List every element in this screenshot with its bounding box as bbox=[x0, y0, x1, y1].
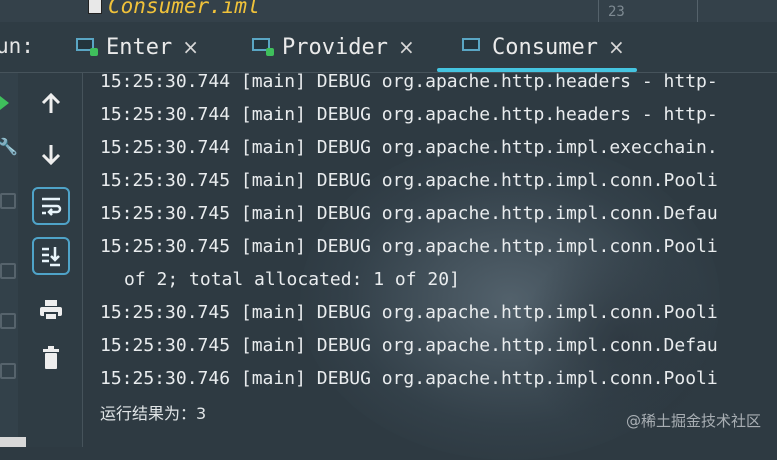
tab-provider[interactable]: Provider × bbox=[252, 28, 415, 66]
log-line: 15:25:30.745 [main] DEBUG org.apache.htt… bbox=[100, 203, 718, 224]
scroll-to-end-icon[interactable] bbox=[32, 237, 70, 275]
run-label: un: bbox=[0, 34, 34, 58]
close-icon[interactable]: × bbox=[608, 35, 625, 59]
status-corner bbox=[0, 437, 26, 447]
project-file-strip: Consumer.iml 23 bbox=[0, 0, 777, 22]
tab-label: Enter bbox=[106, 34, 173, 60]
gutter-divider bbox=[697, 0, 698, 22]
outer-run-toolbar: 🔧 bbox=[0, 73, 19, 447]
pin-icon[interactable] bbox=[0, 363, 16, 379]
settings-icon[interactable] bbox=[0, 313, 16, 329]
file-name: Consumer.iml bbox=[108, 0, 260, 18]
run-console-icon bbox=[462, 38, 484, 56]
tab-enter[interactable]: Enter × bbox=[76, 28, 199, 66]
tab-label: Consumer bbox=[492, 34, 598, 60]
close-icon[interactable]: × bbox=[398, 35, 415, 59]
log-line: 15:25:30.745 [main] DEBUG org.apache.htt… bbox=[100, 302, 718, 323]
run-console-icon bbox=[76, 38, 98, 56]
wrench-icon[interactable]: 🔧 bbox=[0, 137, 18, 156]
file-icon bbox=[88, 0, 102, 14]
watermark: @稀土掘金技术社区 bbox=[625, 412, 761, 430]
tab-label: Provider bbox=[282, 34, 388, 60]
rerun-icon[interactable] bbox=[0, 96, 9, 110]
result-output: 运行结果为：3 bbox=[100, 404, 207, 423]
log-line: 15:25:30.746 [main] DEBUG org.apache.htt… bbox=[100, 368, 718, 389]
arrow-up-icon[interactable] bbox=[32, 85, 70, 123]
console-toolbar bbox=[18, 73, 83, 447]
tab-consumer[interactable]: Consumer × bbox=[462, 28, 625, 66]
print-icon[interactable] bbox=[32, 291, 70, 329]
log-line: 15:25:30.745 [main] DEBUG org.apache.htt… bbox=[100, 335, 718, 356]
soft-wrap-icon[interactable] bbox=[32, 187, 70, 225]
project-file-row[interactable]: Consumer.iml bbox=[88, 0, 260, 18]
gutter-divider bbox=[598, 0, 599, 22]
log-line: 15:25:30.744 [main] DEBUG org.apache.htt… bbox=[100, 137, 718, 158]
close-icon[interactable]: × bbox=[182, 35, 199, 59]
layout-icon[interactable] bbox=[0, 263, 16, 279]
log-line: 15:25:30.744 [main] DEBUG org.apache.htt… bbox=[100, 104, 718, 125]
line-number: 23 bbox=[608, 4, 625, 20]
log-line: 15:25:30.745 [main] DEBUG org.apache.htt… bbox=[100, 236, 718, 257]
console-output[interactable]: 15:25:30.744 [main] DEBUG org.apache.htt… bbox=[83, 73, 777, 447]
trash-icon[interactable] bbox=[32, 339, 70, 377]
run-tab-bar: un: Enter × Provider × Consumer × bbox=[0, 22, 777, 73]
run-console-icon bbox=[252, 38, 274, 56]
arrow-down-icon[interactable] bbox=[32, 135, 70, 173]
stop-icon[interactable] bbox=[0, 193, 16, 209]
log-line: 15:25:30.744 [main] DEBUG org.apache.htt… bbox=[100, 73, 718, 92]
active-tab-indicator bbox=[437, 68, 637, 72]
log-line: 15:25:30.745 [main] DEBUG org.apache.htt… bbox=[100, 170, 718, 191]
log-line-continuation: of 2; total allocated: 1 of 20] bbox=[124, 269, 460, 290]
